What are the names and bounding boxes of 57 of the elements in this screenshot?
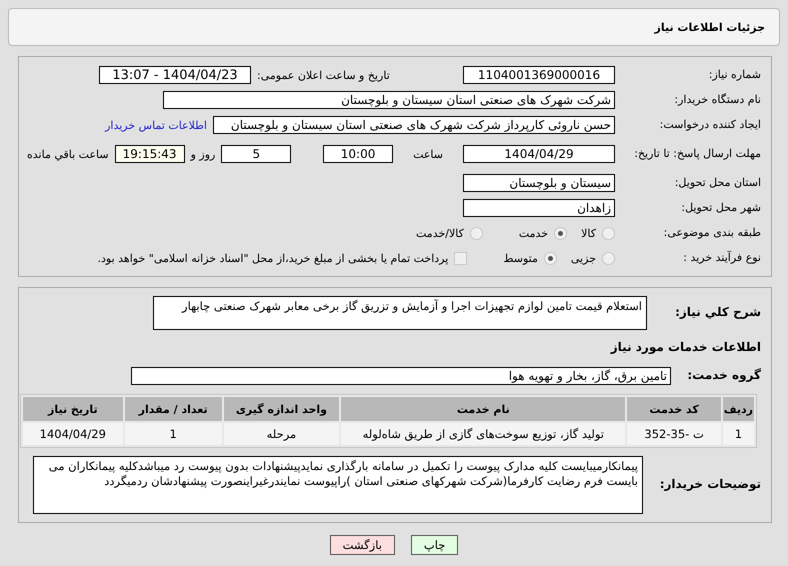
option-label: خدمت: [518, 226, 548, 240]
description-textarea[interactable]: استعلام قیمت تامین لوازم تجهیزات اجرا و آزمایش و تزریق گاز برخی معابر شهرک صنعتی چابهار: [153, 296, 647, 330]
field-label: نام دستگاه خریدار:: [673, 92, 761, 108]
table-cell: تولید گاز، توزیع سوخت‌های گازی از طریق شاه‌لوله: [341, 423, 626, 445]
field-label: توضیحات خریدار:: [658, 477, 761, 493]
page-title: جزئیات اطلاعات نیاز: [654, 20, 765, 34]
option-label: کالا: [581, 226, 596, 240]
deadline-date-field: 1404/04/29: [463, 145, 615, 163]
deadline-time-field: 10:00: [323, 145, 394, 163]
radio-button[interactable]: [554, 226, 568, 240]
days-field: 5: [221, 145, 292, 163]
radio-button[interactable]: [602, 226, 615, 240]
field-label: ساعت: [413, 148, 443, 160]
column-header: ردیف: [722, 397, 754, 421]
field-label: گروه خدمت:: [686, 368, 761, 384]
option-label: کالا/خدمت: [416, 226, 464, 240]
column-header: واحد اندازه گیری: [224, 397, 340, 421]
radio-button[interactable]: [470, 226, 483, 240]
need-number-field: 1104001369000016: [463, 66, 615, 84]
field-label: ایجاد کننده درخواست:: [658, 118, 761, 132]
field-label: شماره نیاز:: [708, 68, 761, 82]
table-cell: 1404/04/29: [23, 423, 123, 445]
print-button[interactable]: چاپ: [410, 535, 458, 555]
buyer-contact-link[interactable]: اطلاعات تماس خریدار: [105, 118, 207, 132]
announce-date-field: 1404/04/23 - 13:07: [99, 66, 251, 84]
field-label: ساعت باقي مانده: [27, 148, 109, 160]
column-header: تعداد / مقدار: [124, 397, 222, 421]
buyer-notes-textarea[interactable]: پیمانکارمیبایست کلیه مدارک پیوست را تکمیل در سامانه بارگذاری نمایدپیشنهادات بدون پیوست رد میباشدکلیه پیمانکاران می بایست فرم رضایت کارفرما(شرکت شهرکهای صنعتی استان )راپیوست نمایندرغیراینصورت پیشنهادشان ردمیگردد: [33, 456, 643, 514]
remaining-time-field: 19:15:43: [114, 145, 185, 163]
field-label: شرح کلي نیاز:: [674, 305, 761, 321]
field-label: مهلت ارسال پاسخ: تا تاریخ:: [633, 146, 761, 162]
table-cell: 1: [722, 423, 754, 445]
column-header: تاریخ نیاز: [23, 397, 123, 421]
payment-note: پرداخت تمام یا بخشی از مبلغ خرید،از محل "اسناد خزانه اسلامی" خواهد بود.: [98, 252, 448, 264]
field-label: نوع فرآیند خرید :: [682, 250, 761, 266]
column-header: نام خدمت: [341, 397, 626, 421]
option-label: متوسط: [503, 252, 538, 264]
radio-button[interactable]: [544, 252, 557, 264]
requester-field: حسن ناروئی کارپرداز شرکت شهرک های صنعتی استان سیستان و بلوچستان: [213, 116, 615, 134]
radio-button[interactable]: [602, 252, 615, 264]
table-cell: مرحله: [224, 423, 340, 445]
buyer-org-field: شرکت شهرک های صنعتی استان سیستان و بلوچستان: [163, 91, 615, 109]
field-label: طبقه بندی موضوعی:: [662, 226, 761, 240]
service-group-field: تامین برق، گاز، بخار و تهویه هوا: [131, 367, 671, 385]
field-label: تاریخ و ساعت اعلان عمومی:: [257, 68, 390, 82]
column-header: کد خدمت: [627, 397, 721, 421]
table-cell: ت -35-352: [627, 423, 721, 445]
field-label: روز و: [190, 148, 216, 160]
city-field: زاهدان: [463, 199, 615, 217]
table-cell: 1: [124, 423, 222, 445]
back-button[interactable]: بازگشت: [330, 535, 395, 555]
option-label: جزیی: [570, 252, 596, 264]
field-label: شهر محل تحویل:: [680, 200, 761, 216]
checkbox[interactable]: [454, 252, 468, 264]
province-field: سیستان و بلوچستان: [463, 174, 615, 192]
field-label: استان محل تحویل:: [674, 176, 761, 190]
field-label: اطلاعات خدمات مورد نیاز: [609, 340, 761, 356]
